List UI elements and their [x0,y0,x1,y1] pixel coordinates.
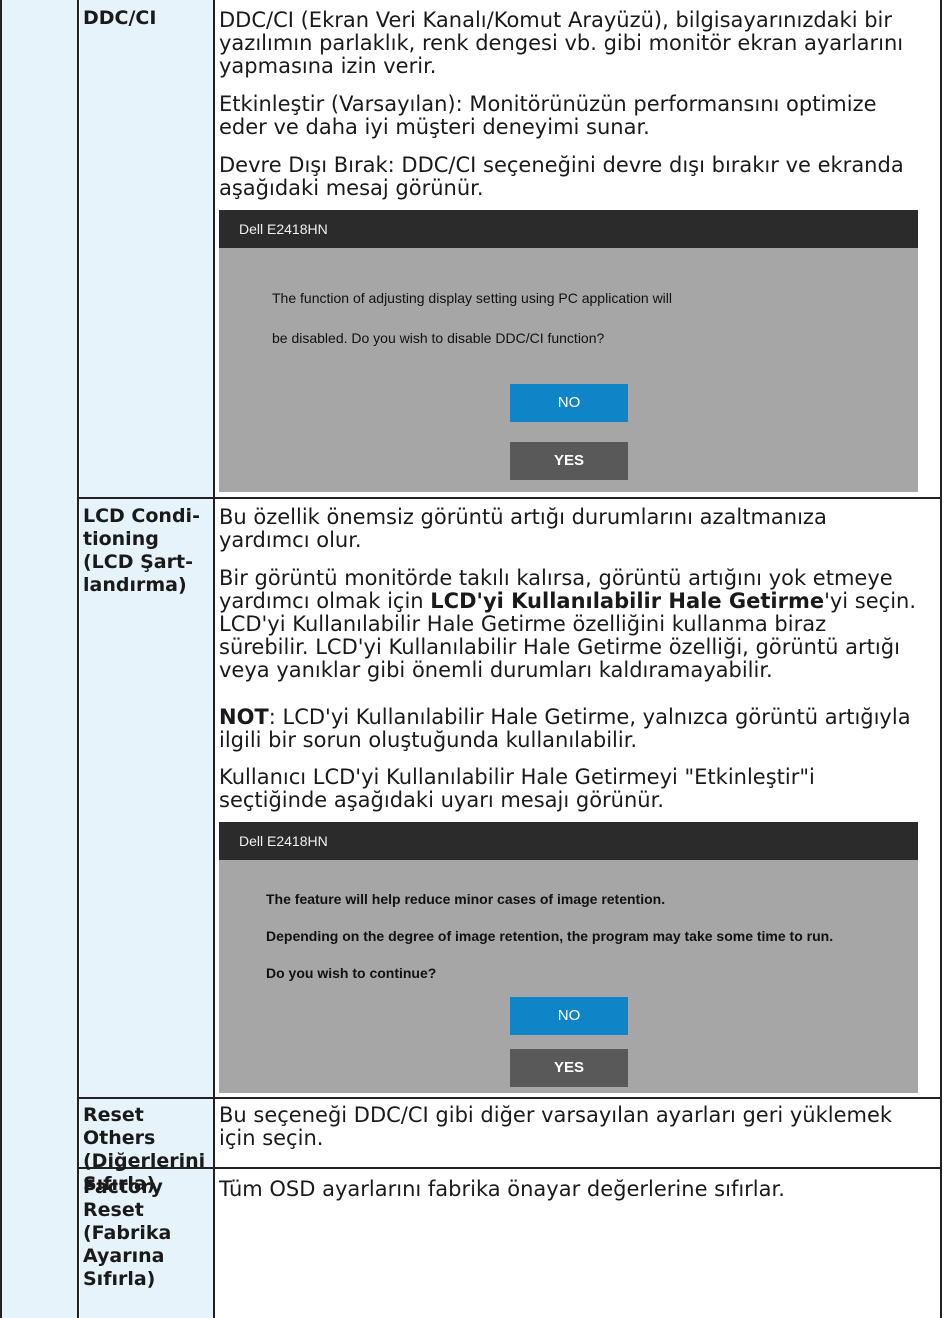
yes-button[interactable]: YES [510,1049,628,1087]
reset-others-description: Bu seçeneği DDC/CI gibi diğer varsayılan… [219,1104,934,1150]
row-label-text: (Fabrika [83,1222,172,1244]
ddc-description: DDC/CI (Ekran Veri Kanalı/Komut Arayüzü)… [219,9,934,78]
text-line: yardımcı olur. [219,528,362,552]
row-label-text: Sıfırla) [83,1268,156,1290]
dialog-title: Dell E2418HN [219,210,918,248]
ddc-enable-description: Etkinleştir (Varsayılan): Monitörünüzün … [219,93,934,139]
row-label-factory-reset: Factory Reset (Fabrika Ayarına Sıfırla) [83,1176,211,1291]
text-line: 'yi seçin. [824,589,917,613]
table-border-col1 [77,0,79,1318]
row-divider-1 [77,497,942,499]
row-label-text: (LCD Şart- [83,551,193,573]
text-line: Bu özellik önemsiz görüntü artığı duruml… [219,505,827,529]
bold-term: LCD'yi Kullanılabilir Hale Getirme [430,589,825,613]
row-label-text: landırma) [83,574,187,596]
table-border-col2 [213,0,215,1318]
lcd-usage-description: Bir görüntü monitörde takılı kalırsa, gö… [219,567,934,682]
ddc-disable-description: Devre Dışı Bırak: DDC/CI seçeneğini devr… [219,154,934,200]
lcd-note: NOT: LCD'yi Kullanılabilir Hale Getirme,… [219,706,934,752]
row-label-text: tioning [83,528,159,550]
dialog-message-line: The function of adjusting display settin… [272,290,673,306]
text-line: yardımcı olmak için [219,589,431,613]
row-label-text: DDC/CI [83,7,157,29]
text-line: LCD'yi Kullanılabilir Hale Getirme özell… [219,612,827,636]
dialog-message-line: be disabled. Do you wish to disable DDC/… [272,330,605,346]
ddc-dialog-screenshot: Dell E2418HN The function of adjusting d… [219,210,918,492]
factory-reset-description: Tüm OSD ayarlarını fabrika önayar değerl… [219,1178,934,1201]
dialog-message-line: Do you wish to continue? [266,965,437,981]
yes-button[interactable]: YES [510,442,628,480]
text-line: Bu seçeneği DDC/CI gibi diğer varsayılan… [219,1103,893,1127]
text-line: Tüm OSD ayarlarını fabrika önayar değerl… [219,1177,785,1201]
text-line: yazılımın parlaklık, renk dengesi vb. gi… [219,31,904,55]
table-border-left [0,0,2,1318]
lcd-description: Bu özellik önemsiz görüntü artığı duruml… [219,506,934,552]
row-divider-2 [77,1097,942,1099]
text-line: aşağıdaki mesaj görünür. [219,176,484,200]
text-line: Devre Dışı Bırak: DDC/CI seçeneğini devr… [219,153,904,177]
row-label-text: (Diğerlerini [83,1150,206,1172]
dialog-message-line: The feature will help reduce minor cases… [266,891,666,907]
text-line: ilgili bir sorun oluştuğunda kullanılabi… [219,728,638,752]
lcd-warning-description: Kullanıcı LCD'yi Kullanılabilir Hale Get… [219,766,934,812]
text-line: Etkinleştir (Varsayılan): Monitörünüzün … [219,92,877,116]
table-border-right [940,0,942,1318]
text-line: : LCD'yi Kullanılabilir Hale Getirme, ya… [268,705,911,729]
row-label-text: LCD Condi- [83,505,200,527]
row-label-text: Reset [83,1199,144,1221]
text-line: için seçin. [219,1126,324,1150]
text-line: sürebilir. LCD'yi Kullanılabilir Hale Ge… [219,635,900,659]
dialog-message-line: Depending on the degree of image retenti… [266,928,834,944]
row-label-lcd-conditioning: LCD Condi- tioning (LCD Şart- landırma) [83,505,211,597]
row-label-text: Factory [83,1176,163,1198]
row-label-ddc-ci: DDC/CI [83,7,211,30]
row-label-text: Ayarına [83,1245,165,1267]
left-column-bg [2,0,77,1318]
dialog-title: Dell E2418HN [219,822,918,860]
no-button[interactable]: NO [510,384,628,422]
text-line: yapmasına izin verir. [219,54,437,78]
text-line: seçtiğinde aşağıdaki uyarı mesajı görünü… [219,788,664,812]
text-line: veya yanıklar gibi önemli durumları kald… [219,658,773,682]
text-line: eder ve daha iyi müşteri deneyimi sunar. [219,115,650,139]
no-button[interactable]: NO [510,997,628,1035]
text-line: Bir görüntü monitörde takılı kalırsa, gö… [219,566,893,590]
text-line: DDC/CI (Ekran Veri Kanalı/Komut Arayüzü)… [219,8,893,32]
note-label: NOT [219,705,269,729]
text-line: Kullanıcı LCD'yi Kullanılabilir Hale Get… [219,765,815,789]
row-label-text: Reset Others [83,1104,156,1149]
lcd-dialog-screenshot: Dell E2418HN The feature will help reduc… [219,822,918,1093]
